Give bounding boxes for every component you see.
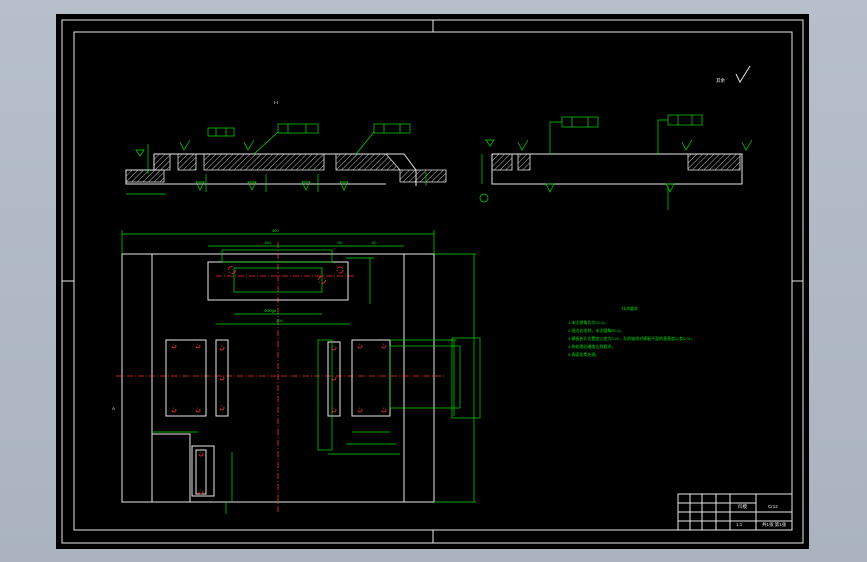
top-dim-3: 60: [372, 240, 377, 245]
title-block: 凹模 Cr12 1:1 共1张 第1张: [677, 493, 793, 531]
left-section-view: [125, 144, 447, 195]
height-a-label: 200: [276, 318, 283, 323]
inner-frame: [73, 31, 793, 531]
tech-item-3: 3.模板各孔位置度公差为0.02，孔的轴线对模板平面的垂直度公差0.01。: [568, 335, 695, 341]
surface-finish-note: 其余: [716, 77, 725, 84]
tech-title: 技术要求: [622, 305, 638, 311]
top-dim-1: 180: [264, 240, 271, 245]
tech-item-4: 4.热处理后硬度达到要求。: [568, 343, 615, 349]
tech-item-1: 1.未注倒角均为C0.5。: [568, 319, 608, 325]
tech-item-5: 5.表面发黑处理。: [568, 351, 599, 357]
section-label: I-I: [274, 100, 278, 105]
outer-frame: [61, 19, 804, 544]
drawing-canvas: I-I 其余 300 180 80 60 Φ60g6 200 A 技术要求 1.…: [61, 19, 804, 544]
tech-requirements: 技术要求 1.未注倒角均为C0.5。 2.锐边去毛刺，未注圆角R0.5。 3.模…: [568, 305, 695, 357]
overall-width-label: 300: [272, 228, 279, 233]
top-dim-2: 80: [338, 240, 343, 245]
slot-width-label: Φ60g6: [264, 308, 277, 313]
plan-view: [116, 242, 461, 514]
plan-dimensions: [121, 230, 481, 514]
title-block-scale: 1:1: [736, 522, 743, 527]
surface-finish-mark: 其余: [716, 65, 751, 84]
cad-viewport[interactable]: I-I 其余 300 180 80 60 Φ60g6 200 A 技术要求 1.…: [0, 0, 867, 562]
frame-center-marks: [62, 20, 803, 543]
drawing-sheet[interactable]: I-I 其余 300 180 80 60 Φ60g6 200 A 技术要求 1.…: [56, 14, 809, 549]
title-block-sheet: 共1张 第1张: [762, 521, 787, 528]
left-mark-label: A: [112, 406, 115, 411]
title-block-material: Cr12: [768, 504, 778, 509]
right-section-view: [479, 114, 753, 210]
tech-item-2: 2.锐边去毛刺，未注圆角R0.5。: [568, 327, 624, 333]
title-block-name: 凹模: [738, 503, 747, 510]
